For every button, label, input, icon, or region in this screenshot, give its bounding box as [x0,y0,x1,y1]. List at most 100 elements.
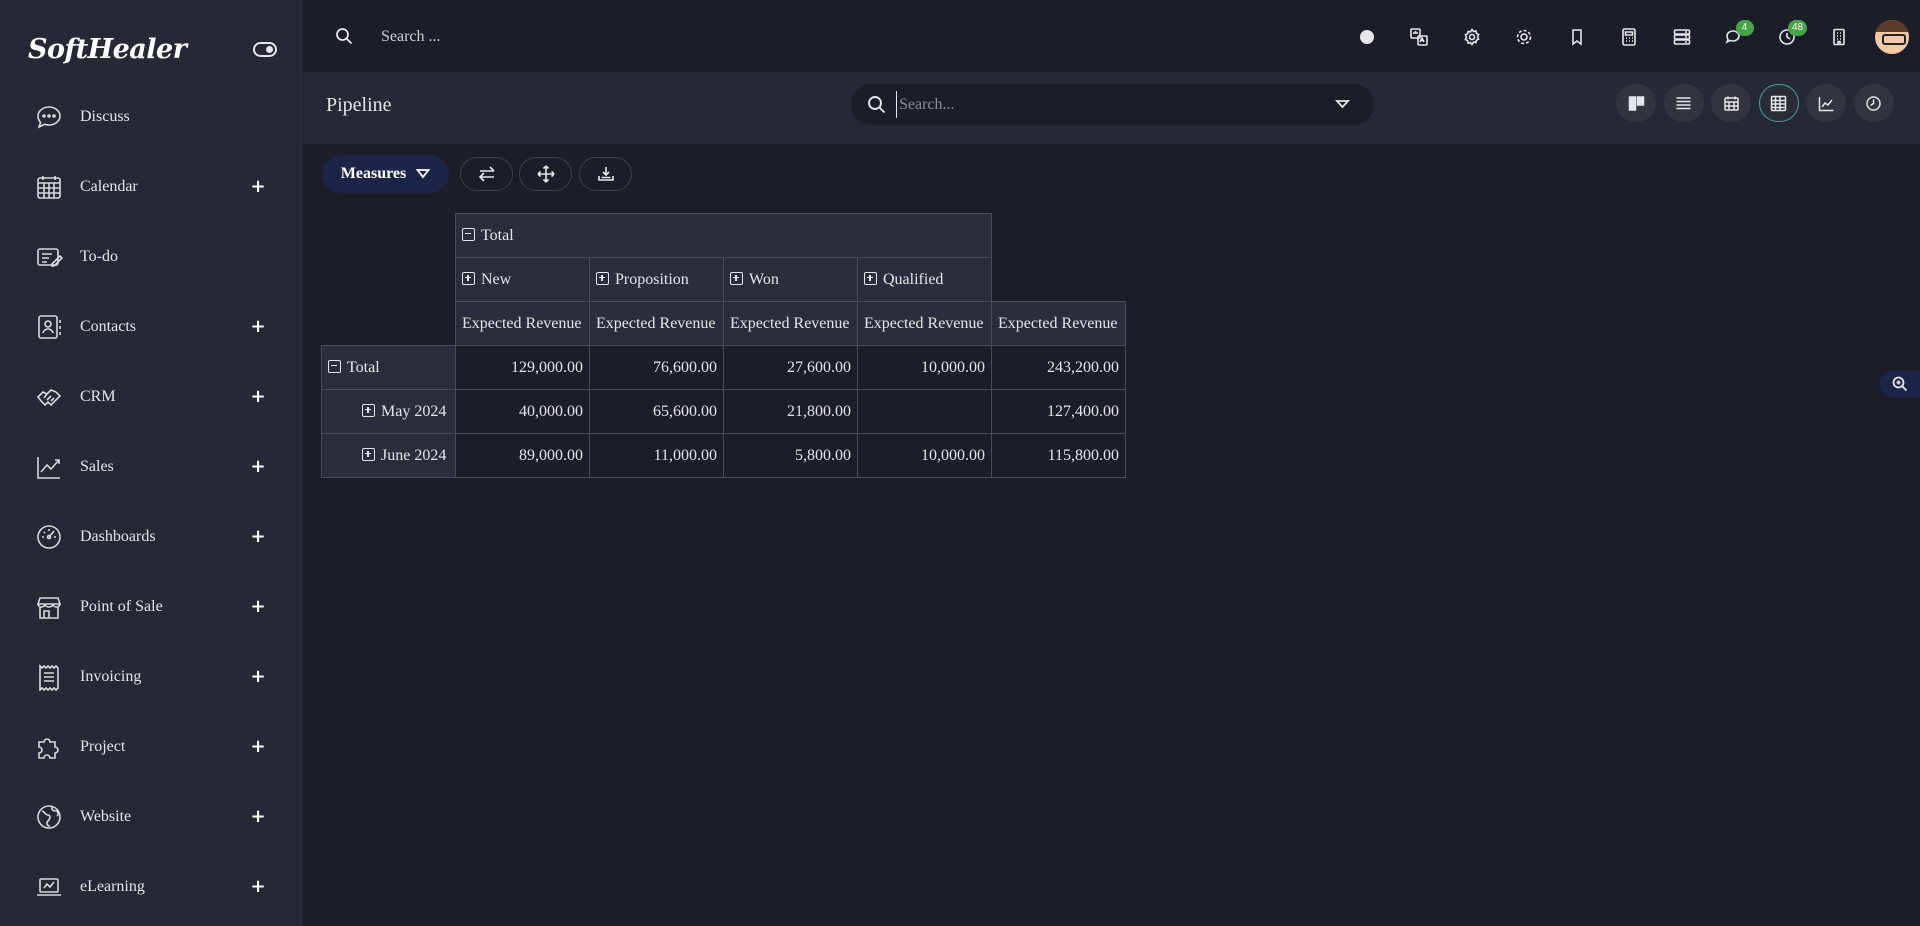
systray: 4 48 [1344,14,1914,59]
sidebar-item-to-do[interactable]: To-do [0,222,302,292]
col-header-total[interactable]: Total [455,213,992,258]
pivot-cell[interactable]: 89,000.00 [455,433,590,478]
expand-all-button[interactable] [519,157,572,191]
graph-view-button[interactable] [1806,84,1846,122]
download-button[interactable] [579,157,632,191]
sidebar-item-point-of-sale[interactable]: Point of Sale + [0,572,302,642]
trend-chart-icon [34,452,64,482]
brand-logo[interactable]: SoftHealer [28,34,187,65]
pivot-cell[interactable]: 10,000.00 [857,345,992,390]
global-search-input[interactable] [381,24,581,49]
settings-button[interactable] [1449,14,1494,59]
zoom-in-icon [1892,376,1908,392]
sidebar-item-sales[interactable]: Sales + [0,432,302,502]
sidebar-item-label: Dashboards [80,528,156,545]
pivot-cell-total[interactable]: 127,400.00 [991,389,1126,434]
activity-count-badge: 48 [1788,20,1808,36]
pivot-table: Total New Proposition Won Qualified Expe… [321,213,1126,478]
col-header-proposition[interactable]: Proposition [589,257,724,302]
pivot-cell-total[interactable]: 115,800.00 [991,433,1126,478]
row-header-total[interactable]: Total [321,345,456,390]
pivot-cell[interactable]: 129,000.00 [455,345,590,390]
expand-plus-icon[interactable]: + [250,528,266,546]
kanban-view-button[interactable] [1616,84,1656,122]
expand-plus-icon[interactable]: + [250,738,266,756]
pivot-cell[interactable]: 11,000.00 [589,433,724,478]
measure-header[interactable]: Expected Revenue [723,301,858,346]
measure-header[interactable]: Expected Revenue [455,301,590,346]
sidebar-toggle-icon[interactable] [253,42,277,57]
sidebar-item-label: To-do [80,248,118,265]
expand-plus-icon[interactable]: + [250,808,266,826]
expand-plus-icon[interactable]: + [250,598,266,616]
debug-button[interactable] [1501,14,1547,59]
col-header-new[interactable]: New [455,257,590,302]
view-search-input[interactable] [896,91,1316,118]
row-header-june-2024[interactable]: June 2024 [321,433,456,478]
sidebar-item-crm[interactable]: CRM + [0,362,302,432]
pivot-cell[interactable]: 40,000.00 [455,389,590,434]
pivot-cell[interactable]: 27,600.00 [723,345,858,390]
graph-view-icon [1818,96,1833,111]
measure-header[interactable]: Expected Revenue [857,301,992,346]
sidebar-item-label: Website [80,808,132,825]
expand-plus-icon[interactable]: + [250,458,266,476]
sidebar-item-dashboards[interactable]: Dashboards + [0,502,302,572]
company-button[interactable] [1816,14,1862,59]
sidebar-item-discuss[interactable]: Discuss [0,82,302,152]
expand-plus-icon[interactable]: + [250,668,266,686]
pivot-cell[interactable]: 10,000.00 [857,433,992,478]
messages-button[interactable]: 4 [1711,14,1757,59]
cog-icon [1516,29,1532,44]
expand-plus-icon[interactable]: + [250,878,266,896]
sidebar-item-project[interactable]: Project + [0,712,302,782]
measure-header[interactable]: Expected Revenue [589,301,724,346]
status-button[interactable] [1344,14,1389,59]
list-view-icon [1676,96,1691,109]
server-button[interactable] [1659,14,1704,59]
pivot-cell[interactable]: 76,600.00 [589,345,724,390]
sidebar-item-invoicing[interactable]: Invoicing + [0,642,302,712]
pivot-cell[interactable] [857,389,992,434]
col-header-qualified[interactable]: Qualified [857,257,992,302]
activity-button[interactable]: 48 [1764,14,1809,59]
measure-header[interactable]: Expected Revenue [991,301,1126,346]
bookmark-button[interactable] [1554,14,1599,59]
expand-icon [730,271,743,285]
view-search-box[interactable] [851,84,1374,125]
global-search-box[interactable] [319,14,598,59]
row-header-may-2024[interactable]: May 2024 [321,389,456,434]
expand-plus-icon[interactable]: + [250,178,266,196]
expand-plus-icon[interactable]: + [250,388,266,406]
caret-down-icon [416,169,431,179]
sidebar-item-website[interactable]: Website + [0,782,302,852]
contact-card-icon [34,312,64,342]
message-count-badge: 4 [1735,20,1754,36]
expand-plus-icon[interactable]: + [250,318,266,336]
sidebar-item-label: Project [80,738,126,755]
user-avatar[interactable] [1869,14,1914,59]
pivot-cell[interactable]: 5,800.00 [723,433,858,478]
view-switcher [1616,84,1894,122]
pivot-cell[interactable]: 65,600.00 [589,389,724,434]
sidebar-item-contacts[interactable]: Contacts + [0,292,302,362]
pivot-cell-total[interactable]: 243,200.00 [991,345,1126,390]
calculator-button[interactable] [1606,14,1652,59]
table-row: Total 129,000.00 76,600.00 27,600.00 10,… [321,345,1126,390]
list-view-button[interactable] [1663,84,1704,122]
measures-dropdown-button[interactable]: Measures [322,155,449,193]
pivot-cell[interactable]: 21,800.00 [723,389,858,434]
sidebar-item-elearning[interactable]: eLearning + [0,852,302,922]
col-header-won[interactable]: Won [723,257,858,302]
pivot-view-button[interactable] [1758,84,1799,122]
sidebar-item-label: Contacts [80,318,136,335]
expand-all-icon [536,165,555,183]
sidebar-item-calendar[interactable]: Calendar + [0,152,302,222]
activity-view-button[interactable] [1853,84,1894,122]
translate-button[interactable] [1396,14,1442,59]
zoom-button[interactable] [1880,370,1920,398]
flip-axis-button[interactable] [460,157,513,191]
calendar-view-button[interactable] [1711,84,1751,122]
filter-dropdown-icon[interactable] [1335,97,1350,112]
sidebar: SoftHealer Discuss Calendar + To-do Cont… [0,0,302,926]
